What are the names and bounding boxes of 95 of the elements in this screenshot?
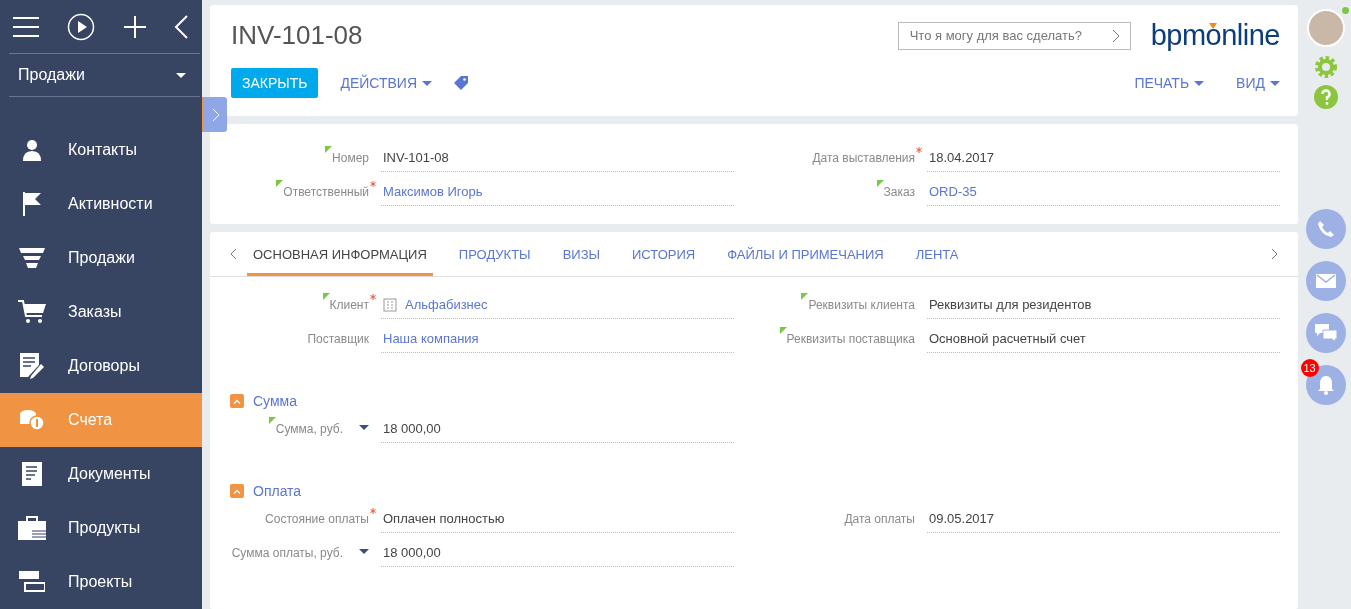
field-value[interactable]: Основной расчетный счет <box>927 325 1280 353</box>
currency-caret-icon[interactable] <box>359 549 369 554</box>
chevron-up-icon <box>233 398 241 404</box>
play-icon[interactable] <box>67 12 96 41</box>
field-label: Заказ <box>883 184 915 200</box>
sidebar-item[interactable]: Продажи <box>0 231 202 285</box>
field-value[interactable]: Оплачен полностью <box>381 505 734 533</box>
person-icon <box>21 139 43 161</box>
chevron-left-icon[interactable] <box>230 248 237 260</box>
field-value-link[interactable]: Максимов Игорь <box>383 184 483 199</box>
menu-button[interactable]: ПЕЧАТЬ <box>1134 75 1205 91</box>
notifications-button[interactable] <box>1305 365 1346 405</box>
chevron-right-icon <box>211 107 220 122</box>
contract-icon <box>20 353 44 379</box>
field-label: Дата выставления <box>812 150 915 166</box>
field-value-text: 09.05.2017 <box>929 511 995 526</box>
field-value-text: Оплачен полностью <box>383 511 505 526</box>
field-value-text: Реквизиты для резидентов <box>929 297 1092 312</box>
tag-icon[interactable] <box>454 76 468 90</box>
chevron-right-icon[interactable] <box>1271 248 1278 260</box>
field-value-text: 18 000,00 <box>383 421 441 436</box>
section-toggle[interactable] <box>230 484 244 498</box>
briefcase-icon <box>18 516 46 540</box>
field-value[interactable]: 18.04.2017 <box>927 144 1280 172</box>
bell-icon <box>1316 375 1335 395</box>
section-title[interactable]: Сумма <box>253 393 297 409</box>
field-label: Состояние оплаты <box>265 511 369 527</box>
sidebar-item[interactable]: Документы <box>0 447 202 501</box>
actions-menu-button[interactable]: ДЕЙСТВИЯ <box>340 75 432 91</box>
sidebar-item[interactable]: Контакты <box>0 123 202 177</box>
field-value[interactable]: Максимов Игорь <box>381 178 734 206</box>
field-value[interactable]: 09.05.2017 <box>927 505 1280 533</box>
field-value-text: Основной расчетный счет <box>929 331 1086 346</box>
section-title[interactable]: Оплата <box>253 483 302 499</box>
field-value-link[interactable]: Наша компания <box>383 331 479 346</box>
envelope-icon <box>1315 274 1336 288</box>
sidebar-item[interactable]: Договоры <box>0 339 202 393</box>
field-value-link[interactable]: ORD-35 <box>929 184 977 199</box>
chevron-up-icon <box>233 488 241 494</box>
cart-icon <box>18 300 46 324</box>
funnel-icon <box>19 248 45 268</box>
field-label: Сумма оплаты, руб. <box>231 545 343 561</box>
tab[interactable]: ИСТОРИЯ <box>626 232 702 276</box>
field-label: Реквизиты клиента <box>808 297 915 313</box>
field-label: Реквизиты поставщика <box>786 331 915 347</box>
tab[interactable]: ПРОДУКТЫ <box>452 232 537 276</box>
online-status-dot <box>1341 7 1349 14</box>
workspace-selector[interactable]: Продажи <box>9 54 200 97</box>
sidebar-item[interactable]: Проекты <box>0 555 202 609</box>
menu-icon[interactable] <box>13 16 39 37</box>
flag-icon <box>22 192 42 216</box>
logo: bpmonline <box>1150 19 1280 52</box>
project-icon <box>19 571 45 593</box>
field-value[interactable]: Реквизиты для резидентов <box>927 291 1280 319</box>
field-label: Поставщик <box>307 331 369 347</box>
search-field[interactable]: Что я могу для вас сделать? <box>897 21 1131 50</box>
field-value-text: 18 000,00 <box>383 545 441 560</box>
chat-icon <box>1314 324 1337 342</box>
menu-button[interactable]: ВИД <box>1236 75 1280 91</box>
currency-caret-icon[interactable] <box>359 425 369 430</box>
sidebar-item[interactable]: Активности <box>0 177 202 231</box>
caret-icon <box>176 72 186 78</box>
sidebar-toggle[interactable] <box>202 97 227 132</box>
section-toggle[interactable] <box>230 394 244 408</box>
chevron-right-icon[interactable] <box>1111 28 1120 43</box>
field-label: Ответственный <box>283 184 369 200</box>
account-link[interactable]: Альфабизнес <box>405 297 488 312</box>
record-title: INV-101-08 <box>231 20 363 51</box>
field-value[interactable]: Альфабизнес <box>381 291 734 319</box>
field-value[interactable]: 18 000,00 <box>381 539 734 567</box>
tab[interactable]: ЛЕНТА <box>909 232 965 276</box>
tab[interactable]: ФАЙЛЫ И ПРИМЕЧАНИЯ <box>721 232 890 276</box>
field-value[interactable]: ORD-35 <box>927 178 1280 206</box>
field-value[interactable]: INV-101-08 <box>381 144 734 172</box>
field-label: Клиент <box>329 297 369 313</box>
building-icon <box>383 297 397 312</box>
field-value-text: INV-101-08 <box>383 150 449 165</box>
field-value-text: 18.04.2017 <box>929 150 995 165</box>
plus-icon[interactable] <box>123 15 146 38</box>
notification-count: 13 <box>1300 359 1319 377</box>
field-label: Дата оплаты <box>844 511 915 527</box>
sidebar-item[interactable]: Заказы <box>0 285 202 339</box>
sidebar-item[interactable]: Продукты <box>0 501 202 555</box>
tab[interactable]: ОСНОВНАЯ ИНФОРМАЦИЯ <box>247 232 433 276</box>
phone-icon <box>1316 220 1335 238</box>
sidebar-item[interactable]: Счета <box>0 393 202 447</box>
coins-icon <box>19 409 45 431</box>
document-icon <box>22 462 42 486</box>
workspace-name: Продажи <box>18 66 85 85</box>
field-label: Сумма, руб. <box>275 421 343 437</box>
field-value[interactable]: Наша компания <box>381 325 734 353</box>
close-button[interactable]: ЗАКРЫТЬ <box>231 68 319 98</box>
field-label: Номер <box>332 150 369 166</box>
tab[interactable]: ВИЗЫ <box>556 232 606 276</box>
field-value[interactable]: 18 000,00 <box>381 415 734 443</box>
